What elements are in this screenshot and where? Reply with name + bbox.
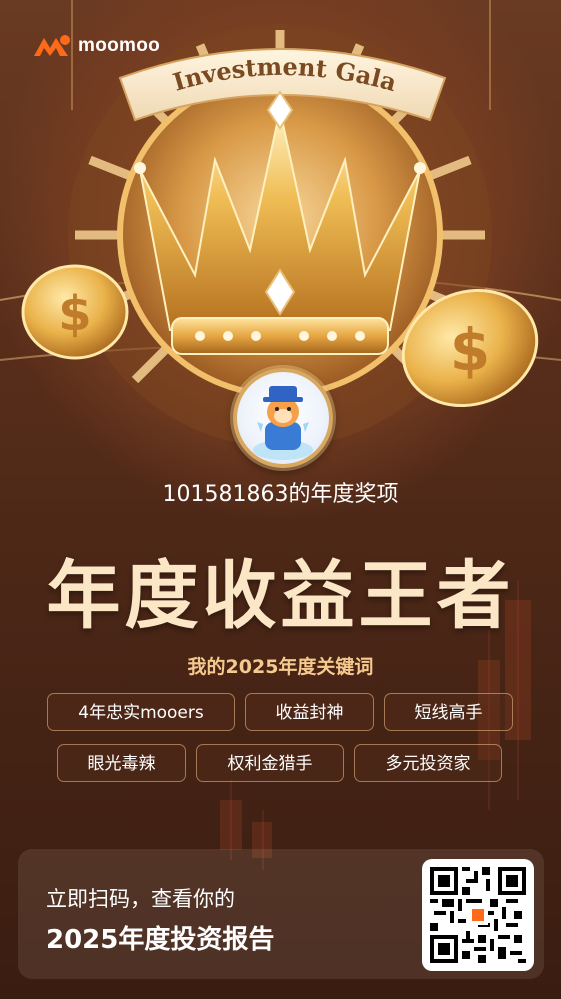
report-poster: Investment Gala $ $ moomoo 101581863的年度奖… <box>0 0 561 999</box>
brand-name: moomoo <box>78 35 161 56</box>
qr-footer-panel: 立即扫码，查看你的 2025年度投资报告 <box>18 849 544 979</box>
svg-text:$: $ <box>450 316 490 384</box>
award-title: 年度收益王者 <box>46 553 515 639</box>
keyword-tag: 多元投资家 <box>354 744 502 782</box>
footer-report-title: 2025年度投资报告 <box>46 925 275 955</box>
keywords-heading: 我的2025年度关键词 <box>187 656 374 678</box>
keyword-tag: 短线高手 <box>384 693 513 731</box>
keyword-tag: 4年忠实mooers <box>47 693 235 731</box>
qr-code[interactable] <box>422 859 534 971</box>
keyword-tag: 收益封神 <box>245 693 374 731</box>
keyword-tag: 眼光毒辣 <box>57 744 186 782</box>
award-user-line: 101581863的年度奖项 <box>162 482 399 507</box>
footer-cta-line: 立即扫码，查看你的 <box>46 887 235 911</box>
moomoo-mascot-avatar <box>233 368 333 468</box>
dollar-coin-icon: $ <box>21 264 129 360</box>
keyword-tag: 权利金猎手 <box>196 744 344 782</box>
moomoo-logo-icon <box>34 35 70 56</box>
svg-text:$: $ <box>58 286 91 342</box>
moomoo-logo: moomoo <box>32 32 160 60</box>
